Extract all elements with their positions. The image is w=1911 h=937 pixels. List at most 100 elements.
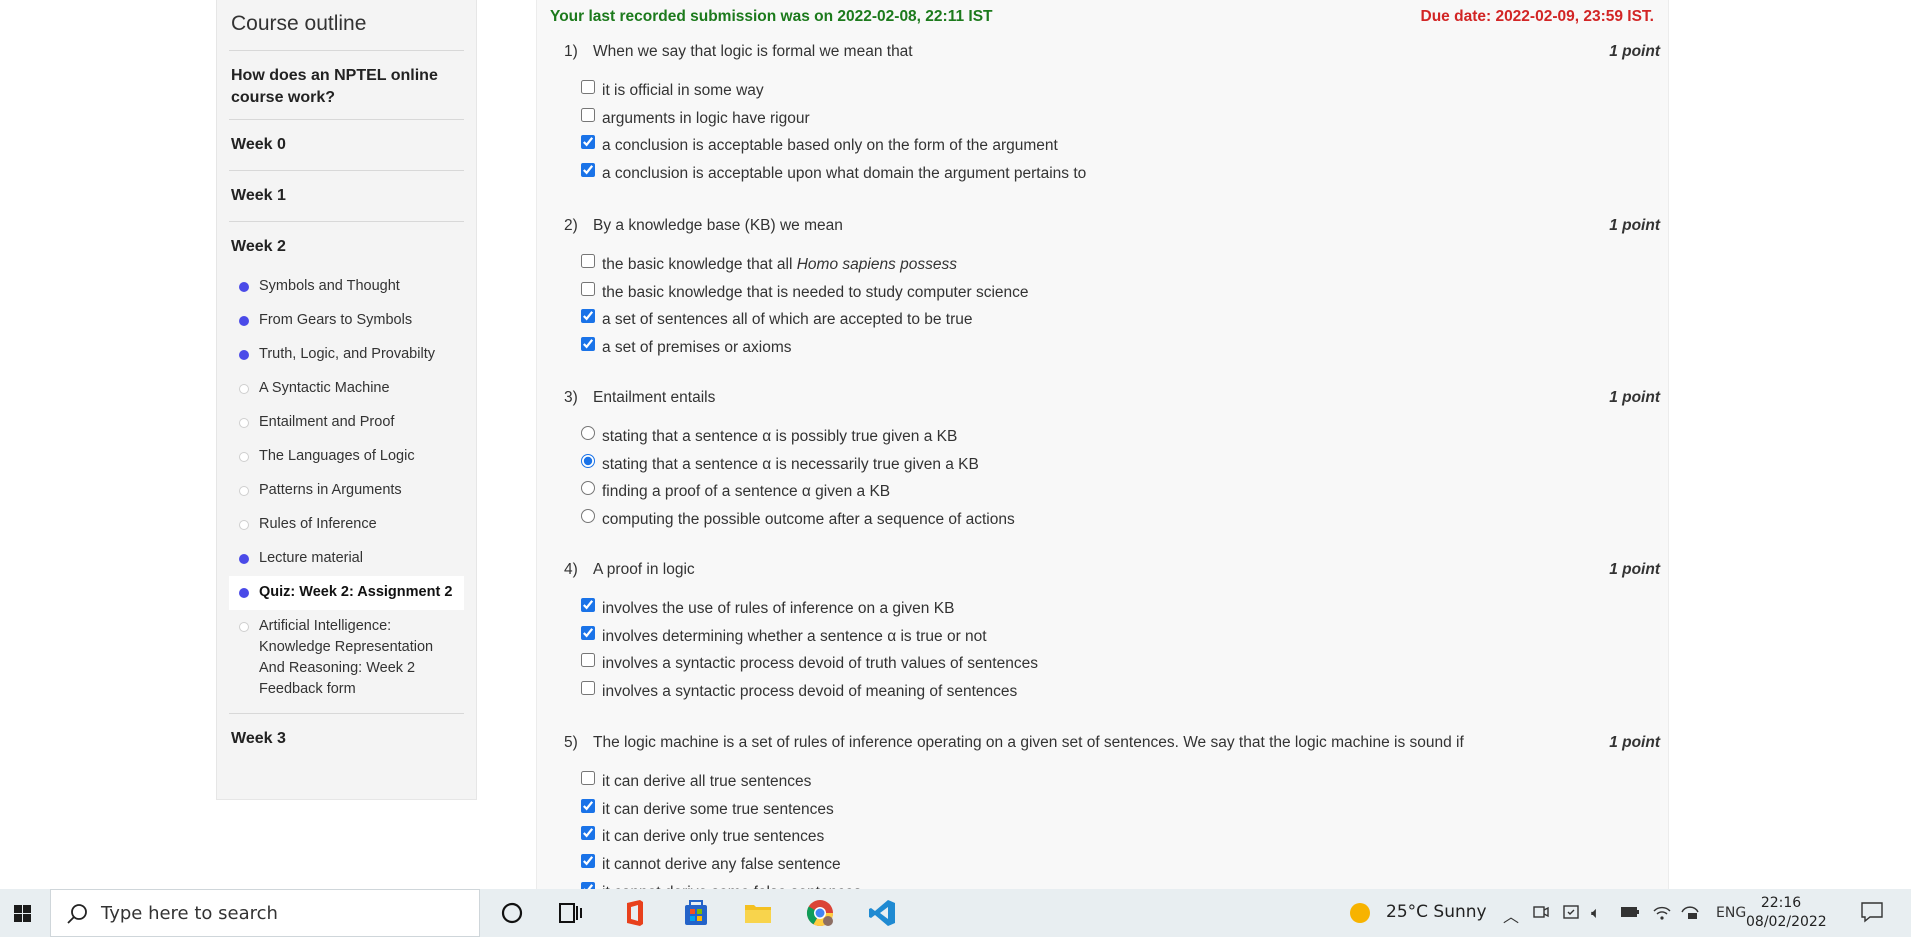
answer-label[interactable]: stating that a sentence α is possibly tr… — [602, 428, 957, 446]
answer-checkbox[interactable] — [581, 254, 595, 268]
answer-label[interactable]: computing the possible outcome after a s… — [602, 511, 1015, 529]
windows-start-icon[interactable] — [0, 889, 50, 937]
store-icon[interactable] — [680, 897, 712, 929]
answer-option[interactable]: the basic knowledge that all Homo sapien… — [537, 254, 1670, 284]
unit-week-1[interactable]: Week 1 — [229, 171, 464, 222]
system-clock[interactable]: 22:16 08/02/2022 — [1746, 894, 1827, 932]
answer-option[interactable]: involves determining whether a sentence … — [537, 625, 1670, 656]
answer-label[interactable]: it can derive some true sentences — [602, 801, 834, 819]
lesson-item[interactable]: Truth, Logic, and Provabilty — [229, 338, 464, 372]
completed-dot-icon — [239, 316, 249, 326]
answer-checkbox[interactable] — [581, 881, 595, 889]
office-icon[interactable] — [618, 897, 650, 929]
unit-week-3[interactable]: Week 3 — [229, 714, 464, 764]
meet-now-icon[interactable] — [1532, 903, 1550, 921]
answer-label[interactable]: the basic knowledge that is needed to st… — [602, 284, 1029, 302]
answer-option[interactable]: involves a syntactic process devoid of t… — [537, 653, 1670, 683]
battery-icon[interactable] — [1620, 905, 1640, 919]
answer-option[interactable]: a set of premises or axioms — [537, 337, 1670, 367]
language-indicator[interactable]: ENG — [1716, 905, 1746, 921]
unit-week-0[interactable]: Week 0 — [229, 120, 464, 171]
answer-label[interactable]: a set of sentences all of which are acce… — [602, 311, 973, 329]
answer-option[interactable]: it can derive all true sentences — [537, 771, 1670, 801]
lesson-item[interactable]: Symbols and Thought — [229, 270, 464, 304]
lesson-item[interactable]: Lecture material — [229, 542, 464, 576]
answer-label[interactable]: the basic knowledge that all Homo sapien… — [602, 256, 957, 274]
volume-icon[interactable]: 🔈︎ — [1591, 903, 1601, 923]
answer-label[interactable]: a conclusion is acceptable upon what dom… — [602, 165, 1086, 183]
unit-how-course-works[interactable]: How does an NPTEL online course work? — [229, 51, 464, 120]
answer-option[interactable]: finding a proof of a sentence α given a … — [537, 481, 1670, 511]
answer-checkbox[interactable] — [581, 107, 595, 122]
answer-checkbox[interactable] — [581, 625, 595, 640]
lesson-item[interactable]: Quiz: Week 2: Assignment 2 — [229, 576, 464, 610]
answer-checkbox[interactable] — [581, 309, 595, 324]
answer-checkbox[interactable] — [581, 598, 595, 612]
chrome-icon[interactable] — [804, 897, 836, 929]
wifi-icon[interactable] — [1652, 903, 1672, 921]
answer-label[interactable]: involves determining whether a sentence … — [602, 628, 987, 646]
answer-checkbox[interactable] — [581, 798, 595, 813]
lesson-item[interactable]: Entailment and Proof — [229, 406, 464, 440]
answer-label[interactable]: it cannot derive any false sentence — [602, 856, 841, 874]
vscode-icon[interactable] — [866, 897, 898, 929]
lesson-item[interactable]: From Gears to Symbols — [229, 304, 464, 338]
answer-label[interactable]: stating that a sentence α is necessarily… — [602, 456, 979, 474]
answer-label[interactable]: arguments in logic have rigour — [602, 110, 810, 128]
answer-option[interactable]: involves a syntactic process devoid of m… — [537, 681, 1670, 711]
answer-option[interactable]: a set of sentences all of which are acce… — [537, 309, 1670, 339]
answer-option[interactable]: the basic knowledge that is needed to st… — [537, 281, 1670, 312]
lesson-label: Patterns in Arguments — [259, 482, 402, 498]
network-icon[interactable] — [1680, 903, 1700, 921]
unit-week-2[interactable]: Week 2 — [229, 222, 464, 266]
notification-center-icon[interactable] — [1860, 901, 1884, 923]
answer-checkbox[interactable] — [581, 163, 595, 178]
answer-label[interactable]: finding a proof of a sentence α given a … — [602, 483, 890, 501]
answer-checkbox[interactable] — [581, 826, 595, 841]
answer-option[interactable]: involves the use of rules of inference o… — [537, 598, 1670, 628]
answer-option[interactable]: computing the possible outcome after a s… — [537, 509, 1670, 539]
answer-option[interactable]: it is official in some way — [537, 80, 1670, 110]
answer-checkbox[interactable] — [581, 135, 595, 150]
answer-label[interactable]: involves the use of rules of inference o… — [602, 600, 954, 618]
answer-radio[interactable] — [581, 426, 595, 440]
answer-label[interactable]: a set of premises or axioms — [602, 339, 792, 357]
file-explorer-icon[interactable] — [742, 897, 774, 929]
lesson-item[interactable]: The Languages of Logic — [229, 440, 464, 474]
lesson-item[interactable]: Patterns in Arguments — [229, 474, 464, 508]
answer-checkbox[interactable] — [581, 337, 595, 352]
lesson-item[interactable]: Rules of Inference — [229, 508, 464, 542]
show-hidden-icons-icon[interactable]: ︿ — [1503, 903, 1519, 927]
answer-label[interactable]: it can derive all true sentences — [602, 773, 811, 791]
answer-checkbox[interactable] — [581, 281, 595, 296]
answer-option[interactable]: a conclusion is acceptable upon what dom… — [537, 163, 1670, 193]
answer-label[interactable]: involves a syntactic process devoid of t… — [602, 655, 1038, 673]
answer-checkbox[interactable] — [581, 854, 595, 869]
answer-checkbox[interactable] — [581, 80, 595, 94]
answer-checkbox[interactable] — [581, 771, 595, 785]
answer-option[interactable]: arguments in logic have rigour — [537, 107, 1670, 138]
answer-checkbox[interactable] — [581, 681, 595, 696]
weather-text[interactable]: 25°C Sunny — [1386, 902, 1487, 922]
answer-option[interactable]: it can derive only true sentences — [537, 826, 1670, 856]
answer-option[interactable]: it cannot derive any false sentence — [537, 854, 1670, 884]
answer-option[interactable]: it can derive some true sentences — [537, 798, 1670, 829]
security-icon[interactable] — [1562, 903, 1580, 921]
answer-option[interactable]: a conclusion is acceptable based only on… — [537, 135, 1670, 165]
answer-option[interactable]: stating that a sentence α is possibly tr… — [537, 426, 1670, 456]
taskbar-search-box[interactable]: Type here to search — [50, 889, 480, 937]
lesson-item[interactable]: Artificial Intelligence: Knowledge Repre… — [229, 610, 464, 707]
answer-radio[interactable] — [581, 453, 595, 468]
task-view-icon[interactable] — [554, 897, 586, 929]
answer-radio[interactable] — [581, 481, 595, 496]
weather-sun-icon[interactable] — [1350, 903, 1370, 923]
answer-label[interactable]: it is official in some way — [602, 82, 764, 100]
answer-option[interactable]: stating that a sentence α is necessarily… — [537, 453, 1670, 484]
answer-checkbox[interactable] — [581, 653, 595, 668]
answer-radio[interactable] — [581, 509, 595, 524]
answer-label[interactable]: it can derive only true sentences — [602, 828, 824, 846]
lesson-item[interactable]: A Syntactic Machine — [229, 372, 464, 406]
answer-label[interactable]: a conclusion is acceptable based only on… — [602, 137, 1058, 155]
cortana-icon[interactable] — [496, 897, 528, 929]
answer-label[interactable]: involves a syntactic process devoid of m… — [602, 683, 1017, 701]
